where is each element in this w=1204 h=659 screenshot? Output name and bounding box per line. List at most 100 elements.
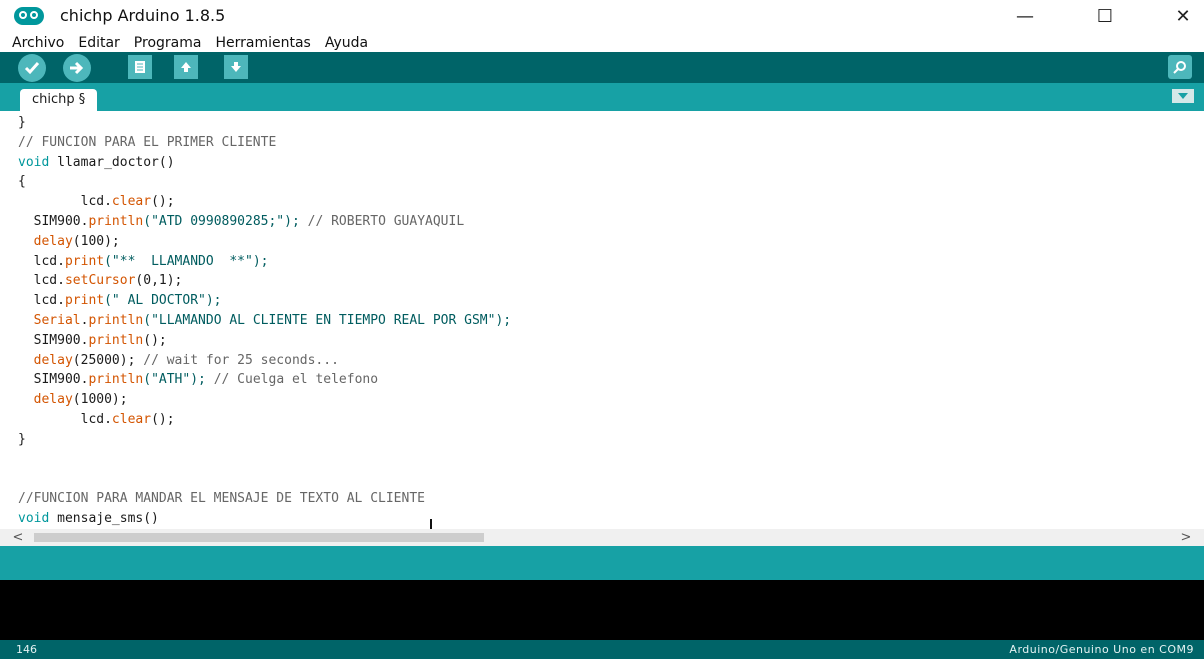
scroll-right-button[interactable]: > bbox=[1176, 529, 1196, 546]
code-token: ("LLAMANDO AL CLIENTE EN TIEMPO REAL POR… bbox=[143, 313, 512, 328]
magnifier-icon bbox=[1173, 61, 1186, 74]
code-token: // Cuelga el telefono bbox=[213, 372, 379, 388]
code-line[interactable]: SIM900.println(); bbox=[18, 331, 167, 351]
code-token: print bbox=[64, 293, 105, 309]
code-token: ("ATH"); bbox=[143, 372, 214, 388]
maximize-button[interactable]: ☐ bbox=[1082, 0, 1128, 32]
toolbar bbox=[0, 52, 1204, 83]
code-line[interactable]: lcd.print(" AL DOCTOR"); bbox=[18, 291, 222, 311]
code-token: lcd. bbox=[18, 412, 112, 427]
console-output[interactable] bbox=[0, 580, 1204, 640]
code-token: void bbox=[18, 154, 50, 170]
code-line[interactable]: lcd.clear(); bbox=[18, 192, 175, 212]
code-token: //FUNCION PARA MANDAR EL MENSAJE DE TEXT… bbox=[18, 491, 425, 507]
code-token: println bbox=[88, 313, 144, 328]
code-line[interactable]: delay(25000); // wait for 25 seconds... bbox=[18, 351, 339, 371]
scrollbar-thumb[interactable] bbox=[34, 533, 484, 542]
code-line[interactable]: { bbox=[18, 172, 26, 192]
menu-herramientas[interactable]: Herramientas bbox=[203, 33, 312, 53]
code-token: // ROBERTO GUAYAQUIL bbox=[307, 214, 465, 229]
code-token: ("** LLAMANDO **"); bbox=[104, 253, 269, 269]
code-token: clear bbox=[111, 194, 152, 210]
upload-button[interactable] bbox=[63, 54, 91, 82]
arrow-right-icon bbox=[70, 61, 84, 75]
code-line[interactable]: lcd.setCursor(0,1); bbox=[18, 271, 183, 291]
code-token: } bbox=[18, 115, 26, 130]
code-line[interactable]: Serial.println("LLAMANDO AL CLIENTE EN T… bbox=[18, 311, 511, 331]
code-line[interactable]: delay(100); bbox=[18, 232, 120, 252]
check-icon bbox=[24, 62, 40, 75]
code-line[interactable]: // FUNCION PARA EL PRIMER CLIENTE bbox=[18, 133, 276, 153]
tab-menu-dropdown-icon[interactable] bbox=[1172, 89, 1194, 103]
code-token: clear bbox=[111, 412, 152, 427]
code-line[interactable]: void llamar_doctor() bbox=[18, 153, 175, 173]
tab-chichp[interactable]: chichp § bbox=[20, 89, 98, 111]
arduino-logo-icon bbox=[14, 7, 44, 25]
menu-editar[interactable]: Editar bbox=[66, 33, 121, 53]
code-token: Serial bbox=[33, 313, 81, 328]
code-line[interactable]: SIM900.println("ATD 0990890285;"); // RO… bbox=[18, 212, 465, 232]
code-token: (); bbox=[151, 412, 175, 427]
code-line[interactable]: lcd.clear(); bbox=[18, 410, 175, 430]
message-bar bbox=[0, 546, 1204, 580]
tab-bar: chichp § bbox=[0, 83, 1204, 111]
code-token: llamar_doctor() bbox=[49, 154, 175, 170]
code-token: { bbox=[18, 174, 26, 190]
code-token: setCursor bbox=[64, 273, 136, 289]
code-token: (1000); bbox=[72, 392, 128, 408]
close-button[interactable]: ✕ bbox=[1160, 0, 1204, 32]
code-editor[interactable]: } // FUNCION PARA EL PRIMER CLIENTE void l… bbox=[0, 111, 1204, 529]
code-token: void bbox=[18, 511, 50, 526]
code-token: delay bbox=[33, 352, 73, 368]
code-line[interactable]: lcd.print("** LLAMANDO **"); bbox=[18, 252, 269, 272]
save-button[interactable] bbox=[224, 55, 248, 79]
code-token: lcd. bbox=[18, 194, 112, 210]
code-token: delay bbox=[33, 392, 73, 408]
code-token: (0,1); bbox=[135, 273, 183, 289]
status-bar: 146 Arduino/Genuino Uno en COM9 bbox=[0, 640, 1204, 659]
window-title: chichp Arduino 1.8.5 bbox=[60, 6, 226, 25]
code-token: (); bbox=[151, 194, 175, 210]
code-line[interactable]: delay(1000); bbox=[18, 390, 128, 410]
arrow-down-icon bbox=[231, 62, 241, 72]
title-bar: chichp Arduino 1.8.5 — ☐ ✕ bbox=[0, 0, 1204, 32]
code-token: delay bbox=[33, 233, 73, 249]
menu-ayuda[interactable]: Ayuda bbox=[313, 33, 370, 53]
code-line[interactable]: } bbox=[18, 113, 26, 133]
code-token: println bbox=[88, 372, 144, 388]
arrow-up-icon bbox=[181, 62, 191, 72]
new-file-icon bbox=[135, 61, 145, 73]
code-line[interactable]: void mensaje_sms() bbox=[18, 509, 159, 529]
verify-button[interactable] bbox=[18, 54, 46, 82]
code-token: lcd. bbox=[18, 273, 65, 289]
horizontal-scrollbar[interactable]: < > bbox=[0, 529, 1204, 546]
code-token: } bbox=[18, 431, 26, 447]
menu-programa[interactable]: Programa bbox=[122, 33, 204, 53]
code-token: lcd. bbox=[18, 293, 65, 309]
new-sketch-button[interactable] bbox=[128, 55, 152, 79]
code-token: SIM900. bbox=[18, 214, 89, 229]
board-port-label: Arduino/Genuino Uno en COM9 bbox=[1009, 643, 1194, 656]
minimize-button[interactable]: — bbox=[1002, 0, 1048, 32]
open-button[interactable] bbox=[174, 55, 198, 79]
code-token: ("ATD 0990890285;"); bbox=[143, 214, 308, 229]
code-line[interactable]: //FUNCION PARA MANDAR EL MENSAJE DE TEXT… bbox=[18, 489, 425, 509]
code-line[interactable]: SIM900.println("ATH"); // Cuelga el tele… bbox=[18, 370, 378, 390]
code-token: lcd. bbox=[18, 253, 65, 269]
code-token: println bbox=[88, 332, 144, 348]
menu-archivo[interactable]: Archivo bbox=[0, 33, 66, 53]
code-token: (" AL DOCTOR"); bbox=[104, 293, 222, 309]
code-token: (); bbox=[143, 332, 167, 348]
code-line[interactable]: } bbox=[18, 430, 26, 450]
code-token: (25000); bbox=[72, 352, 144, 368]
menu-bar: Archivo Editar Programa Herramientas Ayuda bbox=[0, 32, 1204, 52]
scroll-left-button[interactable]: < bbox=[8, 529, 28, 546]
serial-monitor-button[interactable] bbox=[1168, 55, 1192, 79]
line-number: 146 bbox=[16, 643, 37, 656]
code-token: // FUNCION PARA EL PRIMER CLIENTE bbox=[18, 134, 277, 150]
code-token: mensaje_sms() bbox=[49, 511, 159, 526]
